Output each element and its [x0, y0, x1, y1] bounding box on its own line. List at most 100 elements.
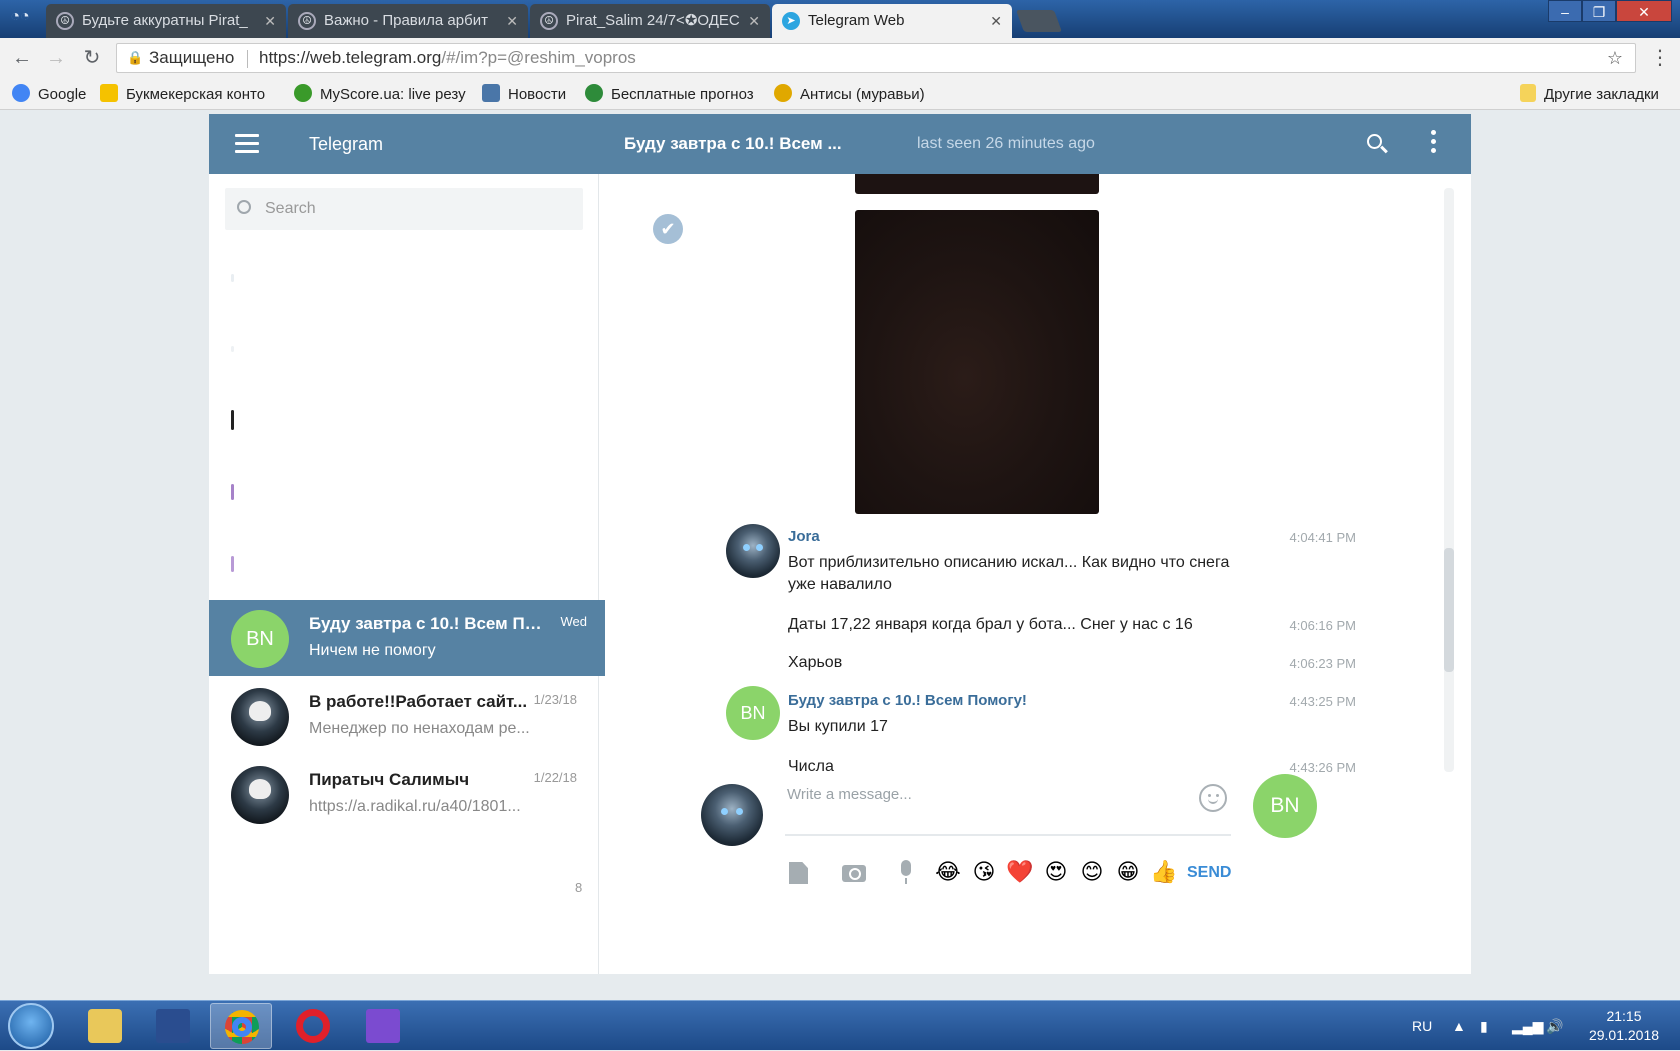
clock-date: 29.01.2018 — [1588, 1027, 1660, 1043]
dialogs-sidebar: BN Буду завтра с 10.! Всем По... Ничем н… — [209, 174, 605, 974]
tray-signal-icon[interactable]: ▂▄▆ — [1512, 1001, 1543, 1051]
taskbar-visual-studio[interactable] — [352, 1003, 414, 1049]
tray-expand-icon[interactable]: ▲ — [1452, 1001, 1466, 1051]
message-input[interactable] — [785, 776, 1231, 836]
maximize-button[interactable]: ❐ — [1582, 0, 1616, 22]
chrome-icon — [225, 1010, 259, 1044]
tray-network-icon[interactable]: ▮ — [1480, 1001, 1488, 1051]
send-button[interactable]: SEND — [1181, 858, 1237, 886]
visual-studio-icon — [366, 1009, 400, 1043]
bookmark-google[interactable]: Google — [12, 84, 86, 104]
page-background: Telegram Буду завтра с 10.! Всем ... las… — [0, 110, 1680, 1000]
telegram-app: Telegram Буду завтра с 10.! Всем ... las… — [209, 114, 1471, 974]
more-menu-icon[interactable] — [1431, 130, 1437, 158]
dialog-item[interactable]: В работе!!Работает сайт... Менеджер по н… — [209, 678, 599, 754]
photo-message[interactable] — [855, 174, 1099, 194]
avatar — [231, 766, 289, 824]
search-icon[interactable] — [1365, 132, 1391, 158]
bookmark-bookmaker[interactable]: Букмекерская конто — [100, 84, 278, 104]
avatar[interactable]: BN — [726, 686, 780, 740]
search-input[interactable] — [263, 188, 563, 230]
peace-icon: ☮ — [540, 12, 558, 30]
checkmark-icon[interactable]: ✔ — [653, 214, 683, 244]
omnibox[interactable]: 🔒 Защищено https://web.telegram.org/#/im… — [116, 43, 1636, 73]
stray-counter: 8 — [575, 880, 583, 895]
taskbar-clock[interactable]: 21:15 29.01.2018 — [1574, 1007, 1674, 1045]
other-bookmarks[interactable]: Другие закладки — [1520, 84, 1659, 104]
message-sender[interactable]: Jora — [788, 528, 820, 545]
tray-volume-icon[interactable]: 🔊 — [1546, 1001, 1563, 1051]
radiation-icon — [774, 84, 792, 102]
vk-icon — [482, 84, 500, 102]
url-text[interactable]: https://web.telegram.org/#/im?p=@reshim_… — [259, 44, 636, 72]
emoji-joy[interactable]: 😂 — [930, 858, 966, 886]
message-text: Харьов — [788, 654, 843, 671]
emoji-blush[interactable]: 😊 — [1074, 858, 1110, 886]
telegram-header: Telegram Буду завтра с 10.! Всем ... las… — [209, 114, 1471, 174]
bookmark-star-icon[interactable]: ☆ — [1607, 44, 1623, 72]
emoji-heart-eyes[interactable]: 😍 — [1038, 858, 1074, 886]
bookmark-ants[interactable]: Антисы (муравьи) — [774, 84, 925, 104]
message-sender[interactable]: Буду завтра с 10.! Всем Помогу! — [788, 692, 1027, 709]
new-tab-button[interactable] — [1015, 10, 1063, 32]
loading-artifact — [231, 274, 234, 282]
message-text: Вы купили 17 — [788, 718, 888, 735]
window-close-button[interactable]: ✕ — [1616, 0, 1672, 22]
quick-emoji-bar: 😂 😘 ❤️ 😍 😊 😁 👍 — [930, 858, 1182, 886]
close-tab-icon[interactable]: ✕ — [990, 4, 1002, 38]
start-button[interactable] — [8, 1003, 54, 1049]
my-avatar[interactable] — [701, 784, 763, 846]
emoji-grin[interactable]: 😁 — [1110, 858, 1146, 886]
send-as-avatar[interactable]: BN — [1253, 774, 1317, 838]
search-box — [225, 188, 583, 230]
minimize-button[interactable]: ‒ — [1548, 0, 1582, 22]
bookmark-myscore[interactable]: MyScore.ua: live резу — [294, 84, 466, 104]
dialog-name: Буду завтра с 10.! Всем По... — [309, 614, 549, 633]
reload-icon[interactable]: ↻ — [80, 46, 104, 70]
attach-file-icon[interactable] — [785, 860, 811, 886]
peer-status: last seen 26 minutes ago — [917, 135, 1095, 152]
close-tab-icon[interactable]: ✕ — [264, 4, 276, 38]
hamburger-menu-icon[interactable] — [235, 134, 259, 154]
browser-tab-1[interactable]: ☮ Будьте аккуратны Pirat_ ✕ — [46, 4, 286, 38]
microphone-icon[interactable] — [893, 860, 919, 886]
loading-artifact — [231, 346, 234, 352]
taskbar-save-app[interactable] — [142, 1003, 204, 1049]
bookmarks-bar: Google Букмекерская конто MyScore.ua: li… — [0, 78, 1680, 110]
browser-menu-icon[interactable]: ⋮ — [1650, 46, 1670, 70]
taskbar-chrome[interactable] — [210, 1003, 272, 1049]
emoji-heart[interactable]: ❤️ — [1002, 858, 1038, 886]
browser-tab-2[interactable]: ☮ Важно - Правила арбит ✕ — [288, 4, 528, 38]
bookmaker-icon — [100, 84, 118, 102]
peer-name[interactable]: Буду завтра с 10.! Всем ... — [624, 114, 842, 174]
taskbar-opera[interactable] — [282, 1003, 344, 1049]
browser-tab-telegram[interactable]: ➤ Telegram Web ✕ — [772, 4, 1012, 38]
photo-message[interactable] — [855, 210, 1099, 514]
dialog-item[interactable]: Пиратыч Салимыч https://a.radikal.ru/a40… — [209, 756, 599, 832]
loading-artifact — [231, 484, 234, 500]
scrollbar-thumb[interactable] — [1444, 548, 1454, 672]
dialog-preview: Менеджер по ненаходам ре... — [309, 720, 530, 737]
close-tab-icon[interactable]: ✕ — [506, 4, 518, 38]
emoji-thumbs-up[interactable]: 👍 — [1146, 858, 1182, 886]
bookmark-news[interactable]: Новости — [482, 84, 566, 104]
dialog-date: Wed — [560, 614, 588, 629]
back-arrow-icon[interactable]: ← — [10, 46, 34, 70]
forward-arrow-icon[interactable]: → — [44, 46, 68, 70]
emoji-picker-icon[interactable] — [1199, 784, 1227, 812]
myscore-icon — [294, 84, 312, 102]
message-time: 4:06:16 PM — [1289, 618, 1357, 633]
avatar[interactable] — [726, 524, 780, 578]
language-indicator[interactable]: RU — [1412, 1001, 1432, 1051]
browser-tab-3[interactable]: ☮ Pirat_Salim 24/7<✪ОДЕС ✕ — [530, 4, 770, 38]
chat-scrollbar[interactable] — [1444, 188, 1454, 772]
camera-icon[interactable] — [841, 860, 867, 886]
bookmark-forecasts[interactable]: Бесплатные прогноз — [585, 84, 757, 104]
emoji-kiss[interactable]: 😘 — [966, 858, 1002, 886]
close-tab-icon[interactable]: ✕ — [748, 4, 760, 38]
dialog-item[interactable]: BN Буду завтра с 10.! Всем По... Ничем н… — [209, 600, 605, 676]
floppy-icon — [156, 1009, 190, 1043]
url-host: https://web.telegram.org — [259, 48, 442, 67]
chat-panel: ✔ Jora Вот приблизительно описанию искал… — [601, 174, 1471, 974]
taskbar-explorer[interactable] — [74, 1003, 136, 1049]
